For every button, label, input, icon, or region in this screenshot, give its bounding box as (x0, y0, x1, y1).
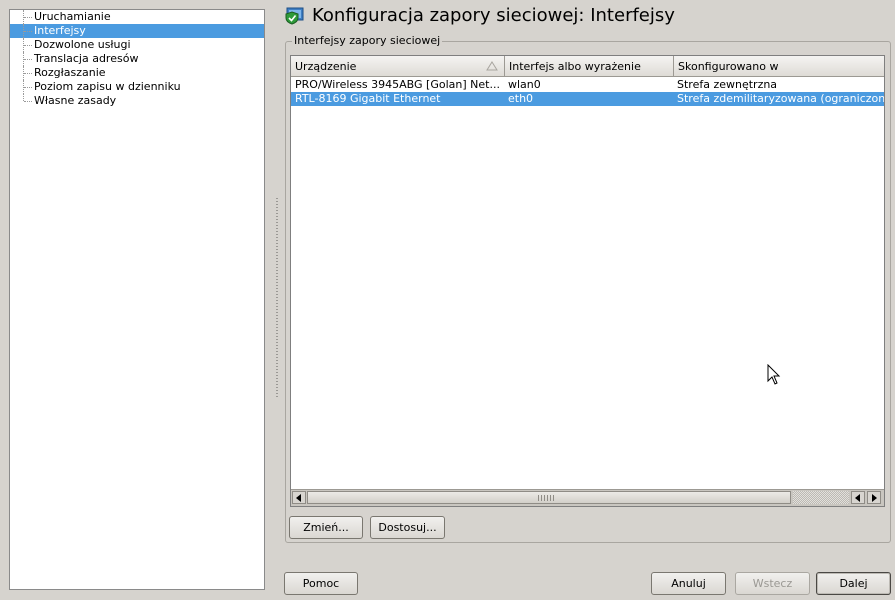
customize-button[interactable]: Dostosuj... (370, 516, 445, 539)
tree-connector (24, 17, 32, 18)
table-row[interactable]: PRO/Wireless 3945ABG [Golan] Net... wlan… (291, 78, 884, 92)
tree-connector (23, 94, 25, 101)
cell-interface: eth0 (508, 92, 534, 105)
interfaces-table[interactable]: Urządzenie Interfejs albo wyrażenie Skon… (290, 55, 885, 507)
firewall-shield-icon (285, 7, 304, 25)
scrollbar-thumb[interactable] (307, 491, 791, 504)
cancel-button[interactable]: Anuluj (651, 572, 726, 595)
tree-item-label: Poziom zapisu w dzienniku (34, 80, 181, 93)
tree-item-allowed-services[interactable]: Dozwolone usługi (10, 38, 264, 52)
next-button[interactable]: Dalej (816, 572, 891, 595)
tree-connector (24, 101, 32, 102)
cell-device: PRO/Wireless 3945ABG [Golan] Net... (295, 78, 500, 91)
arrow-left-icon (855, 494, 860, 502)
tree-item-interfaces[interactable]: Interfejsy (10, 24, 264, 38)
tree-item-broadcast[interactable]: Rozgłaszanie (10, 66, 264, 80)
pane-splitter-handle[interactable] (276, 198, 278, 398)
tree-item-label: Uruchamianie (34, 10, 111, 23)
tree-item-startup[interactable]: Uruchamianie (10, 10, 264, 24)
change-button[interactable]: Zmień... (289, 516, 363, 539)
cell-interface: wlan0 (508, 78, 541, 91)
tree-item-custom-rules[interactable]: Własne zasady (10, 94, 264, 108)
tree-connector (24, 73, 32, 74)
mouse-pointer-icon (767, 364, 781, 385)
cell-device: RTL-8169 Gigabit Ethernet (295, 92, 441, 105)
scroll-left-button-secondary[interactable] (851, 491, 865, 504)
tree-connector (24, 45, 32, 46)
sort-ascending-icon (486, 61, 498, 71)
back-button[interactable]: Wstecz (735, 572, 810, 595)
tree-item-label: Translacja adresów (34, 52, 139, 65)
table-row[interactable]: RTL-8169 Gigabit Ethernet eth0 Strefa zd… (291, 92, 884, 106)
table-header: Urządzenie Interfejs albo wyrażenie Skon… (291, 56, 884, 78)
scrollbar-track[interactable] (793, 491, 849, 504)
arrow-left-icon (296, 494, 301, 502)
column-header-device[interactable]: Urządzenie (291, 56, 505, 77)
tree-item-masquerading[interactable]: Translacja adresów (10, 52, 264, 66)
horizontal-scrollbar[interactable] (291, 489, 884, 506)
tree-item-label: Rozgłaszanie (34, 66, 106, 79)
tree-connector (24, 31, 32, 32)
scroll-right-button[interactable] (867, 491, 881, 504)
grip-icon (538, 495, 556, 501)
column-header-label: Interfejs albo wyrażenie (509, 60, 641, 73)
column-header-interface[interactable]: Interfejs albo wyrażenie (505, 56, 674, 77)
cell-zone: Strefa zdemilitaryzowana (ograniczone (677, 92, 885, 105)
cell-zone: Strefa zewnętrzna (677, 78, 778, 91)
groupbox-title: Interfejsy zapory sieciowej (292, 34, 443, 48)
tree-item-logging-level[interactable]: Poziom zapisu w dzienniku (10, 80, 264, 94)
tree-connector (24, 59, 32, 60)
tree-item-label: Dozwolone usługi (34, 38, 131, 51)
sidebar-tree[interactable]: Uruchamianie Interfejsy Dozwolone usługi… (9, 9, 265, 590)
arrow-right-icon (872, 494, 877, 502)
scroll-left-button[interactable] (292, 491, 306, 504)
tree-connector (24, 87, 32, 88)
column-header-configured-in[interactable]: Skonfigurowano w (674, 56, 884, 77)
page-title: Konfiguracja zapory sieciowej: Interfejs… (312, 5, 675, 26)
help-button[interactable]: Pomoc (284, 572, 358, 595)
tree-item-label: Interfejsy (34, 24, 86, 37)
column-header-label: Urządzenie (295, 60, 357, 73)
tree-item-label: Własne zasady (34, 94, 117, 107)
column-header-label: Skonfigurowano w (678, 60, 779, 73)
